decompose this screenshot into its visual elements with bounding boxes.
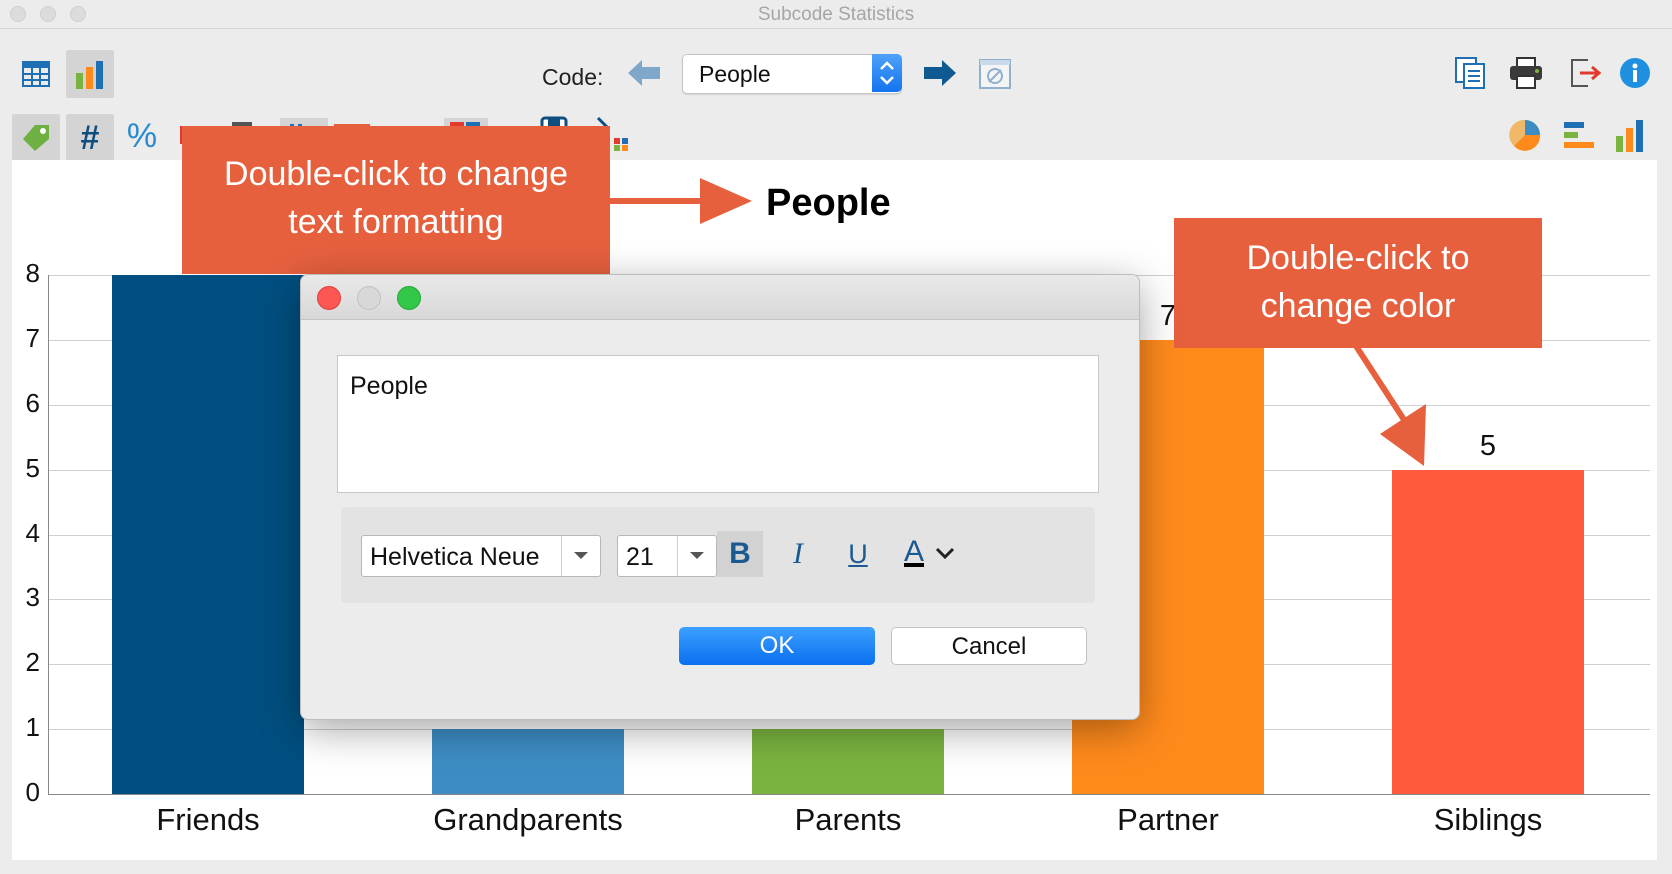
dialog-title-bar	[301, 275, 1139, 320]
bar[interactable]	[432, 729, 624, 794]
format-toolbar: Helvetica Neue 21 B I U A	[341, 507, 1095, 603]
x-tick-label: Grandparents	[433, 802, 623, 837]
bold-button[interactable]: B	[717, 531, 763, 577]
callout-arrow-right	[608, 176, 754, 231]
y-tick-label: 3	[25, 582, 40, 612]
y-tick-label: 6	[25, 388, 40, 418]
y-gridline	[48, 794, 1650, 795]
font-size-value: 21	[626, 543, 654, 571]
y-tick-label: 8	[25, 258, 40, 288]
callout-text-formatting-line-2: text formatting	[288, 203, 504, 241]
x-tick-label: Friends	[156, 802, 260, 837]
y-tick-label: 1	[25, 712, 40, 742]
callout-text-formatting: Double-click to change text formatting	[182, 126, 610, 274]
dialog-zoom-button[interactable]	[397, 286, 421, 310]
callout-arrow-down	[1340, 344, 1450, 473]
ok-button[interactable]: OK	[679, 627, 875, 665]
chevron-down-icon[interactable]	[561, 536, 600, 576]
y-tick-label: 5	[25, 453, 40, 483]
title-text-value: People	[350, 372, 428, 400]
dialog-minimize-button	[357, 286, 381, 310]
bar[interactable]	[1392, 470, 1584, 794]
text-color-chevron-down-icon[interactable]	[935, 547, 955, 566]
x-tick-label: Siblings	[1433, 802, 1543, 837]
x-tick-label: Parents	[794, 802, 902, 837]
y-axis-line	[48, 275, 49, 794]
bar[interactable]	[752, 729, 944, 794]
callout-text-formatting-line-1: Double-click to change	[224, 155, 568, 193]
y-tick-label: 2	[25, 647, 40, 677]
callout-color: Double-click to change color	[1174, 218, 1542, 348]
italic-button[interactable]: I	[775, 531, 821, 577]
callout-color-line-2: change color	[1260, 287, 1456, 325]
text-format-dialog: People Helvetica Neue 21 B I U A OK Canc…	[300, 274, 1140, 720]
font-family-value: Helvetica Neue	[370, 543, 540, 571]
title-text-input[interactable]: People	[337, 355, 1099, 493]
dialog-close-button[interactable]	[317, 286, 341, 310]
font-size-select[interactable]: 21	[617, 535, 717, 577]
y-tick-label: 0	[25, 777, 40, 807]
callout-color-line-1: Double-click to	[1246, 239, 1470, 277]
y-tick-label: 7	[25, 323, 40, 353]
text-color-button[interactable]: A	[891, 529, 937, 575]
chart-title[interactable]: People	[766, 182, 891, 225]
chevron-down-icon[interactable]	[677, 536, 716, 576]
font-family-select[interactable]: Helvetica Neue	[361, 535, 601, 577]
x-tick-label: Partner	[1117, 802, 1219, 837]
underline-button[interactable]: U	[835, 531, 881, 577]
bar[interactable]	[112, 275, 304, 794]
y-tick-label: 4	[25, 518, 40, 548]
cancel-button[interactable]: Cancel	[891, 627, 1087, 665]
